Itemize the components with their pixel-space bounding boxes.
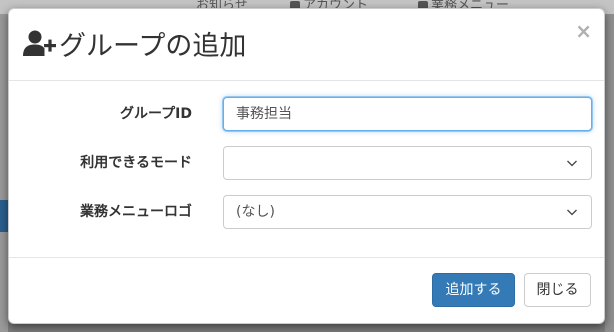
add-group-modal: グループの追加 × グループID 事務担当 利用できるモード 業務メニューロゴ …: [8, 8, 605, 324]
menu-logo-select[interactable]: (なし): [223, 195, 592, 229]
available-mode-select[interactable]: [223, 146, 592, 180]
add-group-button[interactable]: 追加する: [432, 273, 515, 307]
available-mode-label: 利用できるモード: [80, 155, 192, 171]
group-id-label: グループID: [120, 106, 192, 122]
background-right-panel: [605, 14, 614, 332]
close-icon[interactable]: ×: [575, 21, 592, 41]
user-plus-icon: [23, 30, 56, 56]
modal-footer: 追加する 閉じる: [9, 257, 604, 323]
background-left-panel: [0, 14, 8, 332]
background-left-accent: [0, 200, 8, 232]
menu-logo-label: 業務メニューロゴ: [80, 204, 192, 220]
modal-title: グループの追加: [23, 23, 246, 63]
group-id-input[interactable]: 事務担当: [223, 97, 592, 131]
group-id-row: グループID 事務担当: [9, 97, 604, 131]
chevron-down-icon: [567, 160, 577, 167]
close-button[interactable]: 閉じる: [524, 273, 591, 307]
modal-header: グループの追加 ×: [9, 9, 604, 81]
menu-logo-row: 業務メニューロゴ (なし): [9, 195, 604, 229]
chevron-down-icon: [567, 209, 577, 216]
available-mode-row: 利用できるモード: [9, 146, 604, 180]
menu-logo-value: (なし): [236, 204, 275, 220]
modal-title-text: グループの追加: [59, 30, 247, 62]
